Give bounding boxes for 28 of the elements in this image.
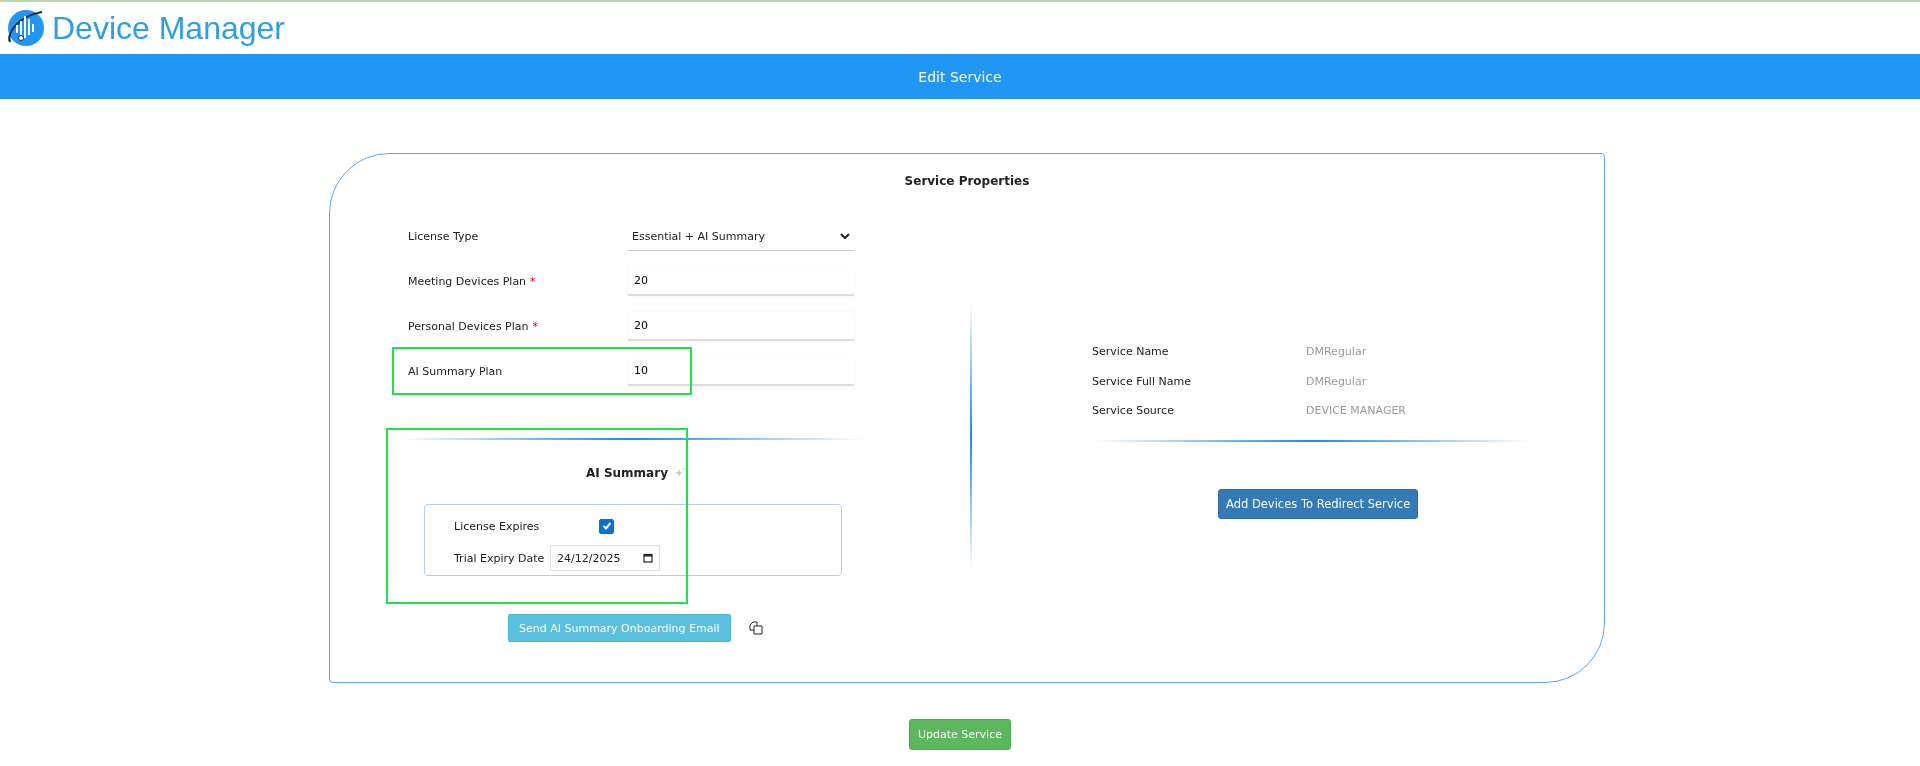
info-value: DEVICE MANAGER — [1306, 404, 1406, 418]
copy-icon[interactable] — [748, 621, 763, 635]
section-title: AI Summary — [586, 466, 668, 480]
app-title: Device Manager — [52, 9, 285, 47]
info-value: DMRegular — [1306, 345, 1367, 359]
page-title: Edit Service — [918, 68, 1002, 85]
license-expires-checkbox[interactable] — [599, 518, 614, 534]
field-label: Meeting Devices Plan — [408, 275, 527, 288]
required-mark: * — [532, 320, 538, 333]
info-label: Service Source — [1092, 404, 1175, 418]
info-label: Service Name — [1092, 345, 1170, 359]
number-input[interactable]: 20 — [628, 267, 854, 296]
field-label: License Type — [408, 230, 479, 243]
card-title: Service Properties — [903, 174, 1031, 188]
field-label: AI Summary Plan — [408, 365, 503, 378]
calendar-icon — [643, 553, 653, 563]
field-label: Trial Expiry Date — [454, 551, 546, 565]
date-input[interactable]: 24/12/2025 — [550, 545, 660, 571]
required-mark: * — [530, 275, 536, 288]
info-value: DMRegular — [1306, 374, 1367, 388]
number-input[interactable]: 10 — [628, 357, 854, 386]
chevron-down-icon — [840, 232, 850, 240]
number-input[interactable]: 20 — [628, 312, 854, 341]
add-devices-button[interactable]: Add Devices To Redirect Service — [1218, 488, 1419, 519]
info-label: Service Full Name — [1092, 374, 1192, 388]
field-label: License Expires — [454, 519, 541, 533]
license-type-dropdown[interactable]: Essential + AI Summary — [628, 222, 854, 251]
field-label: Personal Devices Plan — [408, 320, 529, 333]
